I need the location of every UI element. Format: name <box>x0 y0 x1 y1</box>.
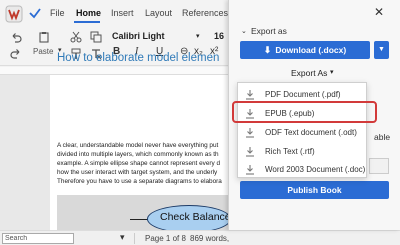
active-tab-indicator <box>74 21 100 23</box>
status-bar: ▾ Page 1 of 8 869 words, <box>0 230 400 245</box>
menu-item-label: Word 2003 Document (.doc) <box>265 165 366 174</box>
copy-icon[interactable] <box>90 31 102 43</box>
document-heading: How to elaborate model elemen <box>57 52 220 64</box>
status-separator <box>134 233 135 244</box>
download-icon <box>246 165 254 175</box>
word-count: 869 words, <box>190 234 230 243</box>
chevron-down-icon[interactable]: ⌄ <box>241 27 247 35</box>
publish-book-button[interactable]: Publish Book <box>240 181 389 199</box>
page-indicator: Page 1 of 8 <box>145 234 186 243</box>
document-text-line: Therefore you have to use a separate dia… <box>57 178 222 185</box>
page-scroll-down-icon[interactable]: ▾ <box>120 232 125 243</box>
download-icon: ⬇ <box>263 45 272 55</box>
check-icon[interactable] <box>28 6 42 20</box>
menu-item-label: Rich Text (.rtf) <box>265 147 315 156</box>
tab-insert[interactable]: Insert <box>111 8 134 18</box>
export-as-button[interactable]: Export As <box>291 68 327 78</box>
tab-references[interactable]: References <box>182 8 228 18</box>
export-as-caret-icon[interactable]: ▾ <box>330 68 334 76</box>
menu-item-label: PDF Document (.pdf) <box>265 90 341 99</box>
download-icon <box>246 128 254 138</box>
undo-icon[interactable] <box>10 32 22 44</box>
app-logo-icon[interactable] <box>5 5 23 23</box>
paste-button[interactable]: Paste <box>33 47 53 56</box>
export-section-title[interactable]: Export as <box>251 26 287 36</box>
download-icon <box>246 90 254 100</box>
tab-layout[interactable]: Layout <box>145 8 172 18</box>
use-case-label: Check Balance <box>160 211 231 223</box>
download-options-button[interactable]: ▼ <box>374 41 389 59</box>
download-docx-button[interactable]: ⬇ Download (.docx) <box>240 41 370 59</box>
menu-item-doc[interactable]: Word 2003 Document (.doc) <box>238 160 368 179</box>
document-text-line: how the user interact with target system… <box>57 169 218 176</box>
partial-control[interactable] <box>369 158 389 174</box>
diagram-connector <box>130 219 148 220</box>
font-name-dropdown-icon[interactable]: ▾ <box>196 32 200 40</box>
close-icon[interactable]: ✕ <box>374 5 384 19</box>
font-name-select[interactable]: Calibri Light <box>112 31 165 41</box>
tab-home[interactable]: Home <box>76 8 101 18</box>
menu-item-label: ODF Text document (.odt) <box>265 128 357 137</box>
search-input[interactable] <box>2 233 74 244</box>
export-format-menu: PDF Document (.pdf) EPUB (.epub) ODF Tex… <box>237 82 367 178</box>
menu-item-odt[interactable]: ODF Text document (.odt) <box>238 123 368 142</box>
download-button-label: Download (.docx) <box>275 45 347 55</box>
tab-file[interactable]: File <box>50 8 65 18</box>
document-text-line: example. A simple ellipse shape cannot r… <box>57 160 221 167</box>
ruler <box>0 67 230 75</box>
redo-icon[interactable] <box>10 48 22 60</box>
download-icon <box>246 147 254 157</box>
highlight-box <box>232 101 377 123</box>
cut-icon[interactable] <box>70 31 82 43</box>
document-text-line: A clear, understandable model never have… <box>57 142 219 149</box>
partial-setting-text: able <box>374 132 391 142</box>
menu-item-rtf[interactable]: Rich Text (.rtf) <box>238 142 368 161</box>
clipboard-icon[interactable] <box>38 31 50 43</box>
document-text-line: divided into multiple layers, which comm… <box>57 151 219 158</box>
font-size-select[interactable]: 16 <box>214 31 224 41</box>
